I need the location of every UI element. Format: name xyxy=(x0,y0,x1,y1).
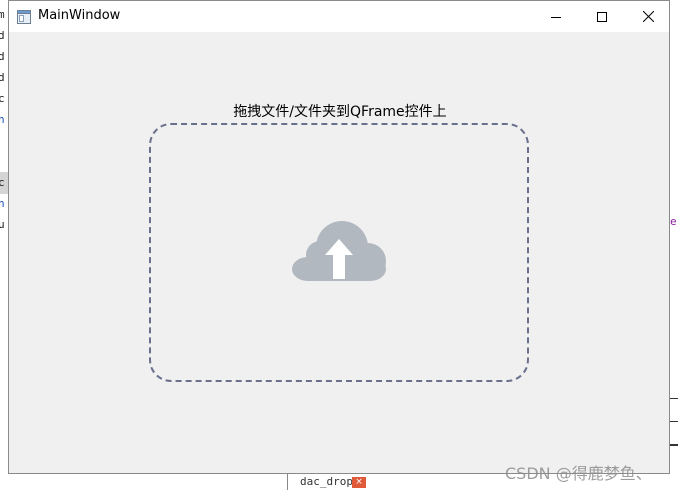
background-code-fragment: c xyxy=(0,92,5,105)
background-divider xyxy=(670,444,678,446)
screen: m d d d c h c h u e dac_drop × MainWindo… xyxy=(0,0,678,490)
background-code-fragment: c xyxy=(0,176,5,189)
title-bar[interactable]: MainWindow xyxy=(9,1,669,32)
main-window: MainWindow 拖拽文件/文件夹到QFrame控件上 xyxy=(8,0,670,474)
background-tab-label: dac_drop xyxy=(300,475,353,488)
close-button[interactable] xyxy=(625,1,671,32)
background-editor-left: m d d d c h c h u xyxy=(0,0,8,490)
background-code-fragment: h xyxy=(0,113,5,126)
background-divider xyxy=(670,398,678,399)
background-code-fragment: u xyxy=(0,218,5,231)
background-code-fragment: m xyxy=(0,8,5,21)
close-icon xyxy=(642,7,654,26)
background-code-fragment: d xyxy=(0,50,5,63)
maximize-button[interactable] xyxy=(579,1,625,32)
background-code-fragment: d xyxy=(0,29,5,42)
minimize-icon xyxy=(551,7,561,26)
minimize-button[interactable] xyxy=(533,1,579,32)
cloud-upload-icon xyxy=(290,217,388,283)
window-title: MainWindow xyxy=(38,8,121,23)
background-code-fragment: h xyxy=(0,197,5,210)
background-divider xyxy=(670,421,678,422)
watermark: CSDN @得鹿梦鱼、 xyxy=(505,464,652,483)
background-editor-right: e xyxy=(670,0,678,490)
maximize-icon xyxy=(597,7,607,26)
drop-area-label: 拖拽文件/文件夹到QFrame控件上 xyxy=(233,104,447,120)
background-code-fragment: d xyxy=(0,71,5,84)
background-tab-close-icon: × xyxy=(352,477,366,488)
background-code-fragment: e xyxy=(670,215,677,228)
background-file-tab: dac_drop × xyxy=(287,474,388,490)
window-app-icon xyxy=(17,9,31,24)
